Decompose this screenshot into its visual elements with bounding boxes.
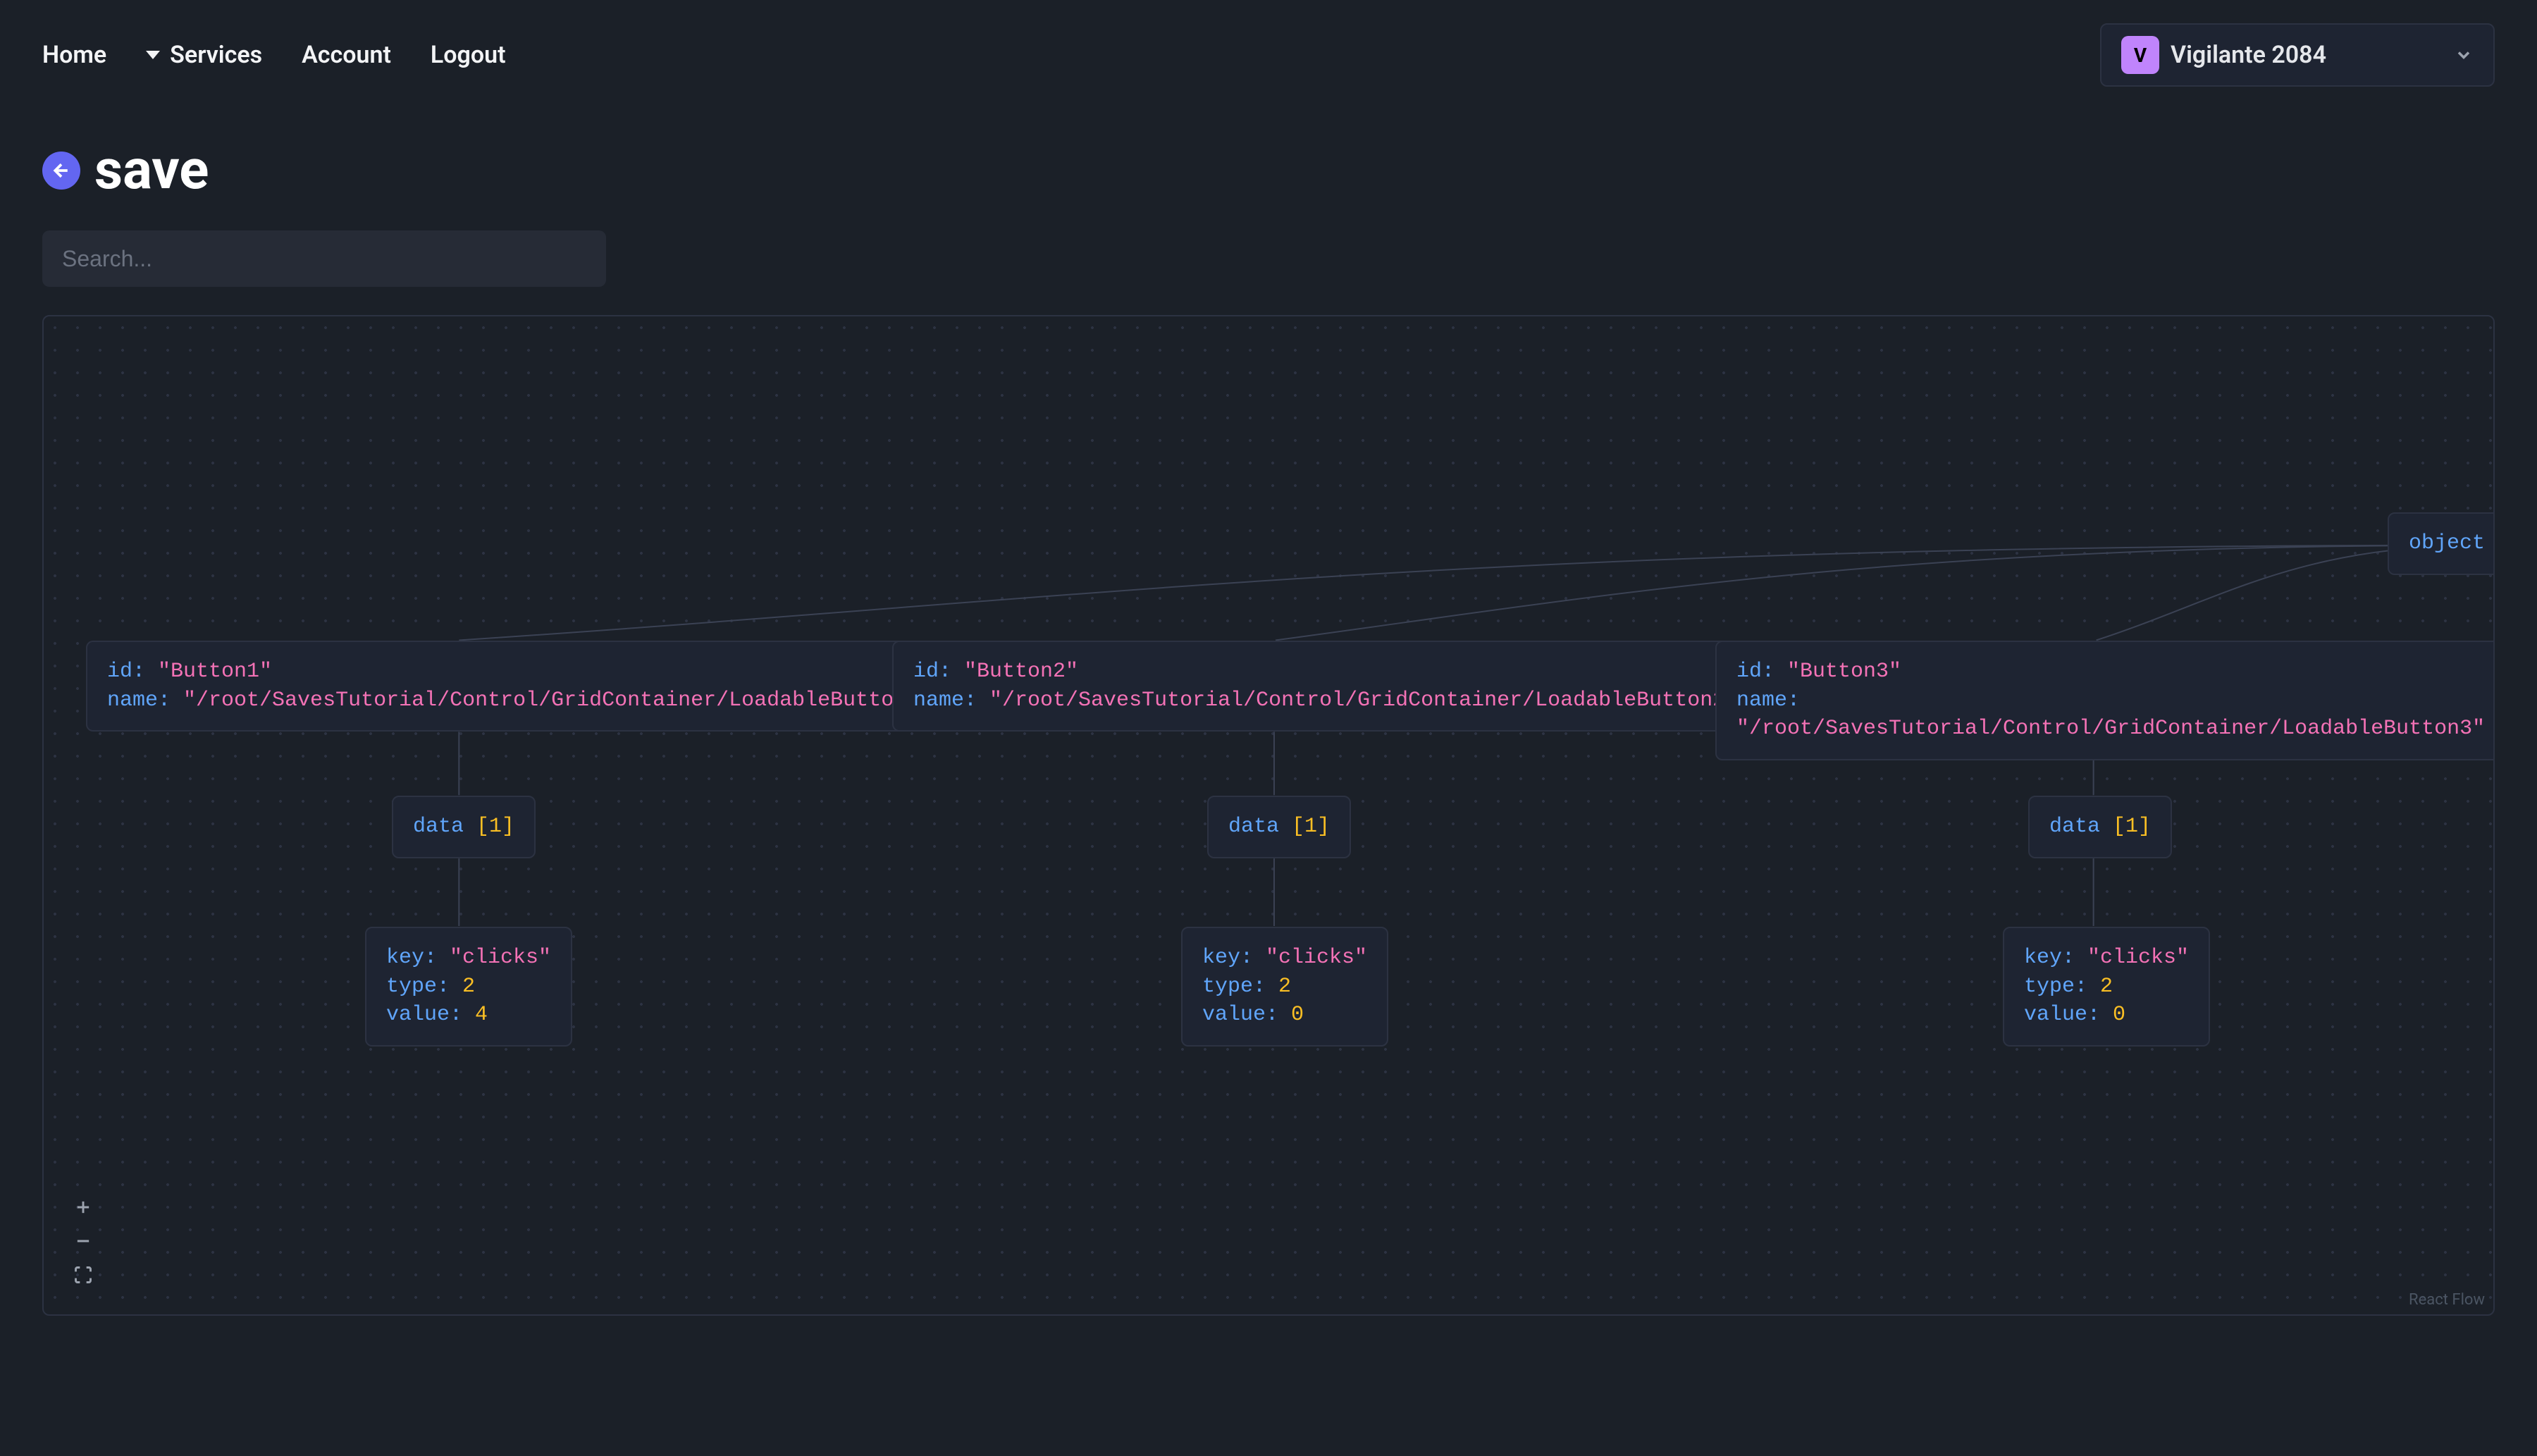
node-kv3[interactable]: key: "clicks" type: 2 value: 0 [2003, 927, 2210, 1047]
search-container [0, 216, 2537, 315]
line: name: "/root/SavesTutorial/Control/GridC… [913, 686, 1738, 715]
plus-icon [73, 1197, 93, 1217]
line: value: 0 [2024, 1001, 2189, 1030]
project-avatar: V [2121, 36, 2159, 74]
zoom-in-button[interactable] [69, 1193, 97, 1221]
chevron-down-icon [2454, 45, 2474, 65]
line: type: 2 [1202, 973, 1367, 1001]
node-data2[interactable]: data [1] [1207, 796, 1351, 858]
search-input[interactable] [42, 230, 606, 287]
page-header: save [0, 110, 2537, 216]
node-data1[interactable]: data [1] [392, 796, 536, 858]
line: key: "clicks" [1202, 944, 1367, 973]
line: name: "/root/SavesTutorial/Control/GridC… [1736, 686, 2485, 744]
canvas[interactable]: object id: "Button1" name: "/root/SavesT… [42, 315, 2495, 1316]
line: id: "Button1" [107, 658, 919, 686]
line: value: 0 [1202, 1001, 1367, 1030]
arrow-left-icon [51, 160, 72, 181]
caret-down-icon [146, 51, 160, 59]
zoom-out-button[interactable] [69, 1227, 97, 1255]
project-dropdown[interactable]: V Vigilante 2084 [2100, 23, 2495, 87]
back-button[interactable] [42, 152, 80, 190]
node-button3[interactable]: id: "Button3" name: "/root/SavesTutorial… [1715, 641, 2495, 760]
canvas-controls [69, 1193, 97, 1289]
top-nav: Home Services Account Logout V Vigilante… [0, 0, 2537, 110]
line: id: "Button3" [1736, 658, 2485, 686]
fit-view-button[interactable] [69, 1261, 97, 1289]
node-kv2[interactable]: key: "clicks" type: 2 value: 0 [1181, 927, 1388, 1047]
line: value: 4 [386, 1001, 551, 1030]
nav-left: Home Services Account Logout [42, 41, 506, 69]
node-objects[interactable]: object [2388, 512, 2495, 575]
nav-services-label: Services [170, 41, 262, 69]
nav-logout[interactable]: Logout [431, 41, 506, 69]
nav-account[interactable]: Account [302, 41, 391, 69]
line: type: 2 [2024, 973, 2189, 1001]
node-kv1[interactable]: key: "clicks" type: 2 value: 4 [365, 927, 572, 1047]
line: id: "Button2" [913, 658, 1738, 686]
objects-label: object [2409, 531, 2485, 555]
node-data3[interactable]: data [1] [2028, 796, 2172, 858]
line: name: "/root/SavesTutorial/Control/GridC… [107, 686, 919, 715]
node-button2[interactable]: id: "Button2" name: "/root/SavesTutorial… [892, 641, 1759, 732]
nav-home[interactable]: Home [42, 41, 106, 69]
nav-services[interactable]: Services [146, 41, 262, 69]
maximize-icon [73, 1265, 93, 1285]
project-name: Vigilante 2084 [2171, 41, 2443, 69]
minus-icon [73, 1231, 93, 1251]
line: key: "clicks" [2024, 944, 2189, 973]
node-button1[interactable]: id: "Button1" name: "/root/SavesTutorial… [86, 641, 940, 732]
page-title: save [94, 138, 209, 202]
line: type: 2 [386, 973, 551, 1001]
attribution: React Flow [2409, 1291, 2485, 1309]
line: key: "clicks" [386, 944, 551, 973]
